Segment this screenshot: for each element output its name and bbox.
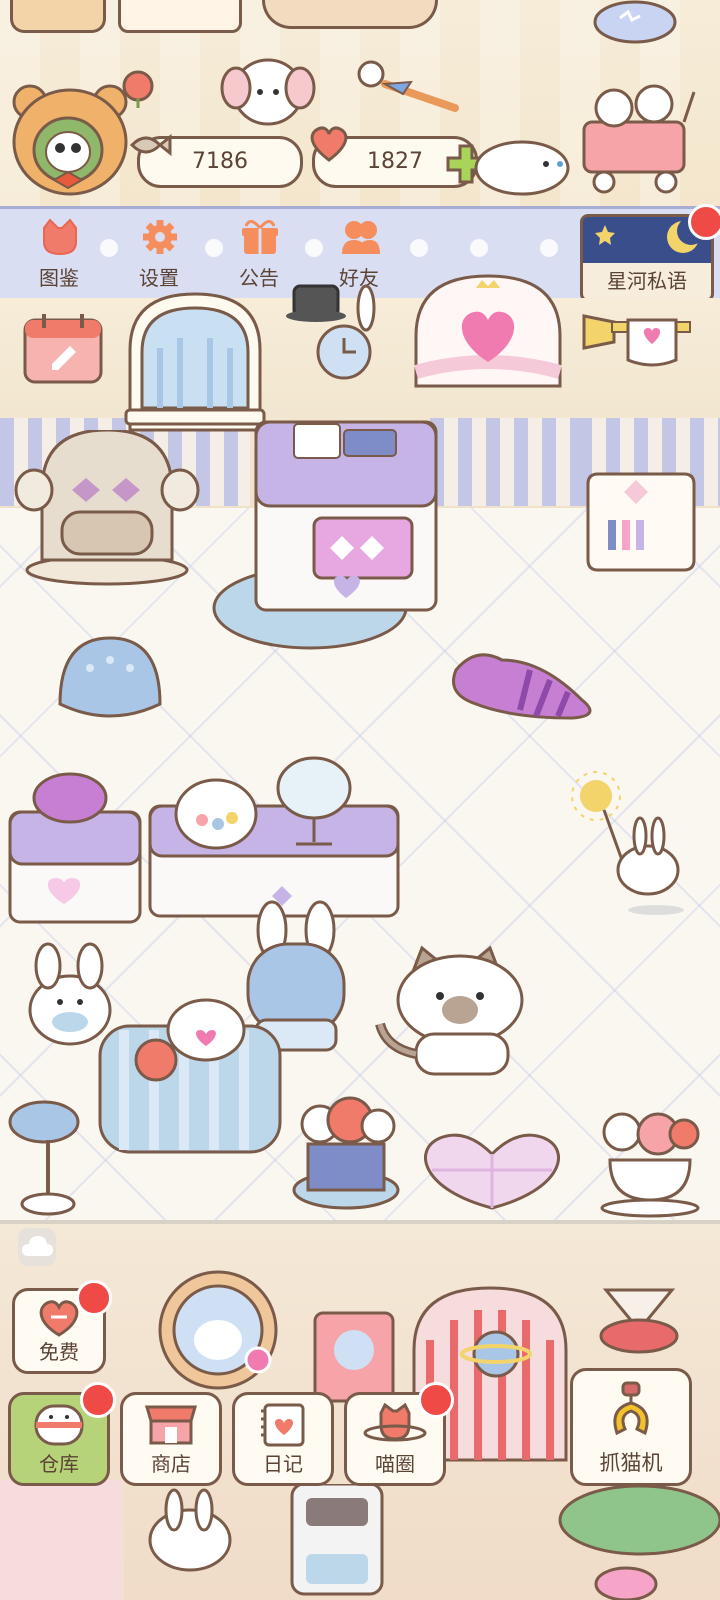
heart-gift-icon (39, 1300, 79, 1337)
flower-decoration (118, 68, 158, 108)
calendar-button[interactable] (22, 310, 104, 386)
teapot-table-decoration (4, 770, 144, 930)
claw-machine-label: 抓猫机 (599, 1451, 663, 1475)
meow-circle-label: 喵圈 (375, 1452, 415, 1476)
candy-table-decoration (146, 746, 402, 926)
gear-icon (140, 218, 180, 256)
hat-stand-decoration (4, 1086, 88, 1220)
notification-badge (80, 1382, 116, 1418)
fish-count: 7186 (192, 149, 248, 174)
notification-badge (688, 204, 720, 240)
writing-desk-decoration (210, 372, 440, 652)
cabinet-decoration (584, 470, 696, 574)
trumpet-banner-decoration (582, 296, 702, 368)
siamese-cat[interactable] (372, 944, 532, 1084)
notification-badge (76, 1280, 112, 1316)
striped-tail-decoration (450, 640, 606, 722)
teacup-plant-decoration (596, 1104, 706, 1218)
flower-hat-decoration (290, 1094, 402, 1218)
gift-icon (240, 218, 280, 256)
diary-label: 日记 (263, 1452, 303, 1476)
claw-machine-button[interactable]: 抓猫机 (570, 1368, 692, 1486)
dog-plush-decoration (218, 48, 318, 136)
blue-stool-decoration (54, 634, 166, 732)
storefront-icon (145, 1405, 197, 1445)
white-cat-decoration (462, 128, 572, 198)
player-avatar[interactable] (8, 80, 132, 198)
menu-item-collection[interactable]: 图鉴 (16, 214, 102, 292)
heart-count: 1827 (367, 149, 423, 174)
diary-book-icon (261, 1403, 305, 1447)
storefront-decoration (130, 1484, 390, 1600)
green-cushion-decoration (550, 1480, 720, 1600)
toy-wand-decoration (355, 58, 465, 114)
starriver-label: 星河私语 (607, 269, 687, 293)
pink-poster-decoration (312, 1310, 396, 1404)
cat-head-icon (40, 218, 80, 256)
cart-decoration (574, 72, 700, 198)
shelf-decoration (10, 0, 106, 33)
shop-label: 商店 (151, 1452, 191, 1476)
bunny-sparkler-decoration (570, 770, 690, 920)
claw-icon (613, 1381, 649, 1436)
fish-icon (128, 128, 172, 162)
armchair-decoration (12, 430, 202, 590)
tea-table-decoration (94, 990, 286, 1160)
heart-rug-decoration (412, 1130, 572, 1212)
notification-badge (418, 1382, 454, 1418)
menu-item-settings[interactable]: 设置 (116, 214, 202, 292)
sofa-decoration (262, 0, 438, 29)
shop-button[interactable]: 商店 (120, 1392, 222, 1486)
cloud-icon (22, 1236, 53, 1256)
diary-button[interactable]: 日记 (232, 1392, 334, 1486)
warehouse-box-icon (34, 1404, 84, 1446)
menu-item-label: 图鉴 (39, 266, 79, 290)
planet-cat-icon (363, 1403, 427, 1442)
cloud-toggle-button[interactable] (18, 1228, 56, 1266)
warehouse-label: 仓库 (39, 1452, 79, 1476)
menu-item-label: 设置 (139, 266, 179, 290)
round-portrait-decoration (150, 1268, 280, 1392)
cushion-stool-decoration (590, 0, 680, 48)
red-lamp-decoration (596, 1286, 682, 1356)
stall-decoration (0, 1480, 124, 1600)
friends-icon (340, 218, 380, 256)
wall-stripe (430, 418, 580, 506)
shelf-decoration (118, 0, 242, 33)
free-label: 免费 (39, 1340, 79, 1364)
